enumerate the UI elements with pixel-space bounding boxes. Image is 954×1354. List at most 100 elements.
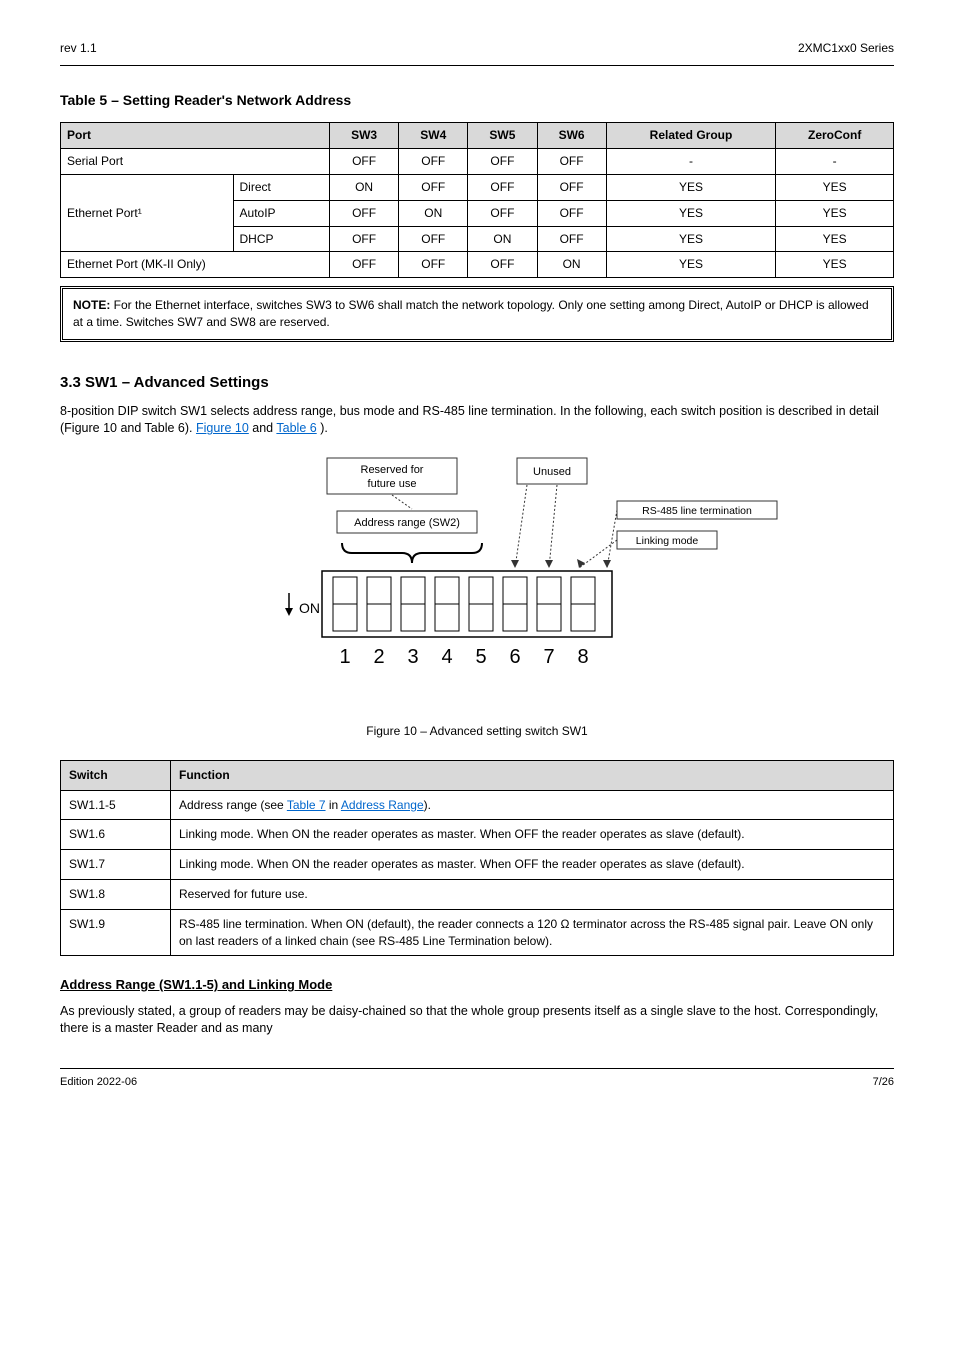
svg-text:Address range (SW2): Address range (SW2) [354, 517, 460, 529]
cell: Linking mode. When ON the reader operate… [171, 850, 894, 880]
cell: OFF [399, 226, 468, 252]
header-rev: rev 1.1 [60, 40, 97, 57]
cell: OFF [329, 252, 398, 278]
table-row: SW1.9 RS-485 line termination. When ON (… [61, 909, 894, 956]
cell: OFF [329, 149, 398, 175]
note-box: NOTE: For the Ethernet interface, switch… [60, 286, 894, 342]
svg-text:Unused: Unused [533, 466, 571, 478]
cell: RS-485 line termination. When ON (defaul… [171, 909, 894, 956]
cell: YES [606, 226, 776, 252]
svg-text:7: 7 [543, 646, 554, 668]
svg-text:2: 2 [373, 646, 384, 668]
table-row: SW1.6 Linking mode. When ON the reader o… [61, 820, 894, 850]
cell: OFF [468, 200, 537, 226]
note-label: NOTE: [73, 298, 110, 312]
cell: OFF [399, 174, 468, 200]
table-row: Serial Port OFF OFF OFF OFF - - [61, 149, 894, 175]
svg-text:Linking mode: Linking mode [636, 535, 699, 547]
table-row: SW1.7 Linking mode. When ON the reader o… [61, 850, 894, 880]
th-group: Related Group [606, 123, 776, 149]
cell: YES [776, 200, 894, 226]
cell: Ethernet Port (MK-II Only) [61, 252, 330, 278]
th-sw3: SW3 [329, 123, 398, 149]
subsection-address-range: Address Range (SW1.1-5) and Linking Mode [60, 976, 894, 994]
cell: DHCP [233, 226, 329, 252]
th-sw4: SW4 [399, 123, 468, 149]
cell: SW1.6 [61, 820, 171, 850]
cell: ON [537, 252, 606, 278]
svg-text:RS-485 line termination: RS-485 line termination [642, 505, 752, 517]
table5-title: Table 5 – Setting Reader's Network Addre… [60, 91, 894, 111]
page-header: rev 1.1 2XMC1xx0 Series [60, 40, 894, 66]
table-7-link[interactable]: Table 7 [287, 798, 326, 812]
table-row: Ethernet Port¹ Direct ON OFF OFF OFF YES… [61, 174, 894, 200]
th-sw5: SW5 [468, 123, 537, 149]
sw1-diagram: Reserved for future use Unused Address r… [267, 453, 827, 693]
cell: OFF [468, 149, 537, 175]
cell: YES [606, 174, 776, 200]
table-row: SW1.1-5 Address range (see Table 7 in Ad… [61, 790, 894, 820]
table-6-link[interactable]: Table 6 [276, 421, 316, 435]
cell: YES [776, 252, 894, 278]
th-sw6: SW6 [537, 123, 606, 149]
cell: Reserved for future use. [171, 879, 894, 909]
cell: Address range (see Table 7 in Address Ra… [171, 790, 894, 820]
note-text: For the Ethernet interface, switches SW3… [73, 298, 869, 329]
header-series: 2XMC1xx0 Series [798, 40, 894, 57]
table-sw1-functions: Switch Function SW1.1-5 Address range (s… [60, 760, 894, 957]
svg-text:ON: ON [299, 600, 320, 616]
page-footer: Edition 2022-06 7/26 [60, 1068, 894, 1090]
svg-text:3: 3 [407, 646, 418, 668]
cell: - [776, 149, 894, 175]
cell: Ethernet Port¹ [61, 174, 234, 251]
cell: - [606, 149, 776, 175]
table-port-settings: Port SW3 SW4 SW5 SW6 Related Group ZeroC… [60, 122, 894, 278]
diagram-wrapper: Reserved for future use Unused Address r… [60, 453, 894, 698]
svg-text:1: 1 [339, 646, 350, 668]
cell: Linking mode. When ON the reader operate… [171, 820, 894, 850]
cell: OFF [399, 252, 468, 278]
footer-page: 7/26 [873, 1075, 894, 1090]
svg-text:5: 5 [475, 646, 486, 668]
cell: Direct [233, 174, 329, 200]
cell: OFF [537, 226, 606, 252]
cell: OFF [468, 174, 537, 200]
svg-text:6: 6 [509, 646, 520, 668]
svg-text:future use: future use [368, 478, 417, 490]
th-function: Function [171, 760, 894, 790]
footer-edition: Edition 2022-06 [60, 1075, 137, 1090]
cell: OFF [537, 149, 606, 175]
address-range-link[interactable]: Address Range [341, 798, 424, 812]
th-switch: Switch [61, 760, 171, 790]
cell: ON [399, 200, 468, 226]
cell: SW1.7 [61, 850, 171, 880]
th-port: Port [61, 123, 330, 149]
figure-10-caption: Figure 10 – Advanced setting switch SW1 [60, 723, 894, 740]
cell: Serial Port [61, 149, 330, 175]
th-zeroconf: ZeroConf [776, 123, 894, 149]
figure-10-link[interactable]: Figure 10 [196, 421, 249, 435]
cell: OFF [399, 149, 468, 175]
cell: OFF [329, 226, 398, 252]
cell: YES [606, 200, 776, 226]
subsection-para: As previously stated, a group of readers… [60, 1003, 894, 1038]
cell: YES [776, 226, 894, 252]
cell: OFF [468, 252, 537, 278]
cell: SW1.9 [61, 909, 171, 956]
svg-text:4: 4 [441, 646, 452, 668]
cell: YES [776, 174, 894, 200]
section-3-3-title: 3.3 SW1 – Advanced Settings [60, 372, 894, 393]
table-row: SW1.8 Reserved for future use. [61, 879, 894, 909]
cell: OFF [537, 200, 606, 226]
cell: YES [606, 252, 776, 278]
cell: ON [468, 226, 537, 252]
cell: ON [329, 174, 398, 200]
section-3-3-para: 8-position DIP switch SW1 selects addres… [60, 403, 894, 438]
svg-text:8: 8 [577, 646, 588, 668]
cell: AutoIP [233, 200, 329, 226]
svg-text:Reserved for: Reserved for [361, 464, 424, 476]
cell: OFF [537, 174, 606, 200]
cell: SW1.1-5 [61, 790, 171, 820]
cell: OFF [329, 200, 398, 226]
cell: SW1.8 [61, 879, 171, 909]
